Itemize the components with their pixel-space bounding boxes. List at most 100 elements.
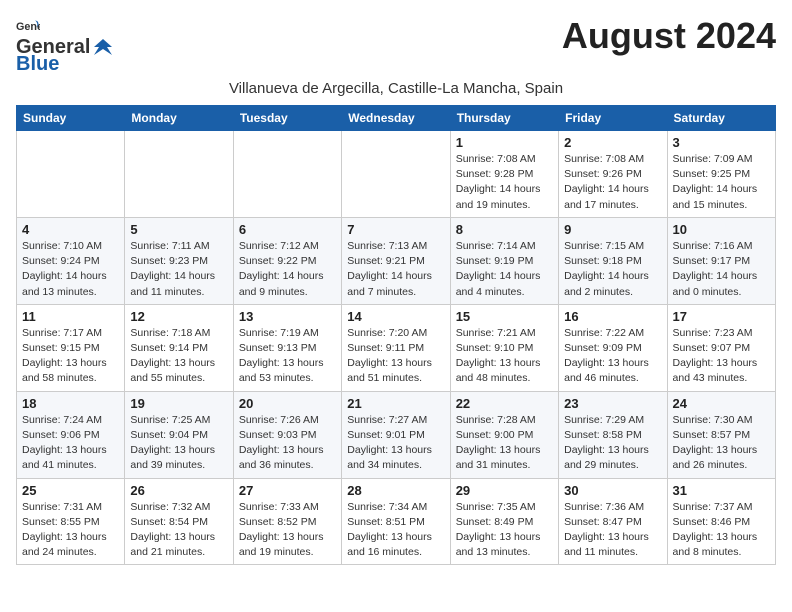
day-info: Sunrise: 7:32 AM Sunset: 8:54 PM Dayligh… [130,500,227,561]
day-number: 11 [22,309,119,324]
day-number: 18 [22,396,119,411]
day-number: 14 [347,309,444,324]
day-info: Sunrise: 7:08 AM Sunset: 9:28 PM Dayligh… [456,152,553,213]
day-info: Sunrise: 7:28 AM Sunset: 9:00 PM Dayligh… [456,413,553,474]
calendar-cell: 15 Sunrise: 7:21 AM Sunset: 9:10 PM Dayli… [450,304,558,391]
day-info: Sunrise: 7:10 AM Sunset: 9:24 PM Dayligh… [22,239,119,300]
day-info: Sunrise: 7:18 AM Sunset: 9:14 PM Dayligh… [130,326,227,387]
calendar-cell: 7Sunrise: 7:13 AM Sunset: 9:21 PM Daylig… [342,217,450,304]
day-number: 17 [673,309,770,324]
day-info: Sunrise: 7:14 AM Sunset: 9:19 PM Dayligh… [456,239,553,300]
location-title: Villanueva de Argecilla, Castille-La Man… [16,80,776,97]
day-info: Sunrise: 7:31 AM Sunset: 8:55 PM Dayligh… [22,500,119,561]
day-info: Sunrise: 7:09 AM Sunset: 9:25 PM Dayligh… [673,152,770,213]
logo-blue: Blue [16,53,59,76]
day-info: Sunrise: 7:30 AM Sunset: 8:57 PM Dayligh… [673,413,770,474]
day-number: 21 [347,396,444,411]
calendar-cell: 18Sunrise: 7:24 AM Sunset: 9:06 PM Dayli… [17,391,125,478]
day-number: 22 [456,396,553,411]
calendar-cell: 4 Sunrise: 7:10 AM Sunset: 9:24 PM Daylig… [17,217,125,304]
calendar-cell: 5 Sunrise: 7:11 AM Sunset: 9:23 PM Daylig… [125,217,233,304]
logo: General General Blue [16,16,114,76]
day-info: Sunrise: 7:22 AM Sunset: 9:09 PM Dayligh… [564,326,661,387]
header-thursday: Thursday [450,106,558,131]
day-number: 28 [347,483,444,498]
day-number: 31 [673,483,770,498]
calendar-week-row: 4 Sunrise: 7:10 AM Sunset: 9:24 PM Daylig… [17,217,776,304]
calendar-cell: 23Sunrise: 7:29 AM Sunset: 8:58 PM Dayli… [559,391,667,478]
day-info: Sunrise: 7:33 AM Sunset: 8:52 PM Dayligh… [239,500,336,561]
calendar-cell: 3 Sunrise: 7:09 AM Sunset: 9:25 PM Daylig… [667,131,775,218]
day-number: 13 [239,309,336,324]
day-number: 10 [673,222,770,237]
calendar-cell: 16 Sunrise: 7:22 AM Sunset: 9:09 PM Dayli… [559,304,667,391]
day-info: Sunrise: 7:08 AM Sunset: 9:26 PM Dayligh… [564,152,661,213]
day-info: Sunrise: 7:21 AM Sunset: 9:10 PM Dayligh… [456,326,553,387]
calendar-cell: 24Sunrise: 7:30 AM Sunset: 8:57 PM Dayli… [667,391,775,478]
calendar-cell: 6 Sunrise: 7:12 AM Sunset: 9:22 PM Daylig… [233,217,341,304]
calendar-cell: 26 Sunrise: 7:32 AM Sunset: 8:54 PM Dayli… [125,478,233,565]
calendar-cell: 17 Sunrise: 7:23 AM Sunset: 9:07 PM Dayli… [667,304,775,391]
header-wednesday: Wednesday [342,106,450,131]
calendar-cell: 28 Sunrise: 7:34 AM Sunset: 8:51 PM Dayli… [342,478,450,565]
day-number: 5 [130,222,227,237]
day-number: 12 [130,309,227,324]
calendar-cell: 25 Sunrise: 7:31 AM Sunset: 8:55 PM Dayli… [17,478,125,565]
calendar-cell: 22 Sunrise: 7:28 AM Sunset: 9:00 PM Dayli… [450,391,558,478]
calendar-cell: 1Sunrise: 7:08 AM Sunset: 9:28 PM Daylig… [450,131,558,218]
day-number: 6 [239,222,336,237]
day-number: 4 [22,222,119,237]
day-number: 2 [564,135,661,150]
calendar-cell: 2 Sunrise: 7:08 AM Sunset: 9:26 PM Daylig… [559,131,667,218]
day-number: 3 [673,135,770,150]
calendar-week-row: 1Sunrise: 7:08 AM Sunset: 9:28 PM Daylig… [17,131,776,218]
calendar-cell [233,131,341,218]
calendar-cell: 29 Sunrise: 7:35 AM Sunset: 8:49 PM Dayli… [450,478,558,565]
calendar-week-row: 18Sunrise: 7:24 AM Sunset: 9:06 PM Dayli… [17,391,776,478]
calendar-cell: 31 Sunrise: 7:37 AM Sunset: 8:46 PM Dayli… [667,478,775,565]
calendar-header-row: SundayMondayTuesdayWednesdayThursdayFrid… [17,106,776,131]
header-sunday: Sunday [17,106,125,131]
calendar-cell: 21Sunrise: 7:27 AM Sunset: 9:01 PM Dayli… [342,391,450,478]
day-info: Sunrise: 7:23 AM Sunset: 9:07 PM Dayligh… [673,326,770,387]
calendar-cell: 10Sunrise: 7:16 AM Sunset: 9:17 PM Dayli… [667,217,775,304]
header-friday: Friday [559,106,667,131]
day-info: Sunrise: 7:35 AM Sunset: 8:49 PM Dayligh… [456,500,553,561]
month-title: August 2024 [562,16,776,56]
day-info: Sunrise: 7:17 AM Sunset: 9:15 PM Dayligh… [22,326,119,387]
day-number: 25 [22,483,119,498]
page-header: General General Blue August 2024 [16,16,776,76]
day-number: 20 [239,396,336,411]
day-info: Sunrise: 7:34 AM Sunset: 8:51 PM Dayligh… [347,500,444,561]
calendar-cell: 8 Sunrise: 7:14 AM Sunset: 9:19 PM Daylig… [450,217,558,304]
calendar-cell [125,131,233,218]
header-monday: Monday [125,106,233,131]
day-number: 9 [564,222,661,237]
header-tuesday: Tuesday [233,106,341,131]
day-number: 29 [456,483,553,498]
day-info: Sunrise: 7:15 AM Sunset: 9:18 PM Dayligh… [564,239,661,300]
day-info: Sunrise: 7:12 AM Sunset: 9:22 PM Dayligh… [239,239,336,300]
day-info: Sunrise: 7:36 AM Sunset: 8:47 PM Dayligh… [564,500,661,561]
calendar-cell: 30 Sunrise: 7:36 AM Sunset: 8:47 PM Dayli… [559,478,667,565]
day-number: 8 [456,222,553,237]
day-number: 30 [564,483,661,498]
day-number: 19 [130,396,227,411]
calendar-cell: 19 Sunrise: 7:25 AM Sunset: 9:04 PM Dayli… [125,391,233,478]
day-info: Sunrise: 7:37 AM Sunset: 8:46 PM Dayligh… [673,500,770,561]
calendar-cell: 14Sunrise: 7:20 AM Sunset: 9:11 PM Dayli… [342,304,450,391]
day-number: 15 [456,309,553,324]
day-number: 27 [239,483,336,498]
header-saturday: Saturday [667,106,775,131]
day-number: 26 [130,483,227,498]
day-number: 23 [564,396,661,411]
day-info: Sunrise: 7:11 AM Sunset: 9:23 PM Dayligh… [130,239,227,300]
day-number: 16 [564,309,661,324]
day-info: Sunrise: 7:25 AM Sunset: 9:04 PM Dayligh… [130,413,227,474]
calendar-cell: 12 Sunrise: 7:18 AM Sunset: 9:14 PM Dayli… [125,304,233,391]
calendar-cell [17,131,125,218]
day-info: Sunrise: 7:26 AM Sunset: 9:03 PM Dayligh… [239,413,336,474]
calendar-week-row: 25 Sunrise: 7:31 AM Sunset: 8:55 PM Dayli… [17,478,776,565]
calendar-cell: 27 Sunrise: 7:33 AM Sunset: 8:52 PM Dayli… [233,478,341,565]
day-info: Sunrise: 7:13 AM Sunset: 9:21 PM Dayligh… [347,239,444,300]
